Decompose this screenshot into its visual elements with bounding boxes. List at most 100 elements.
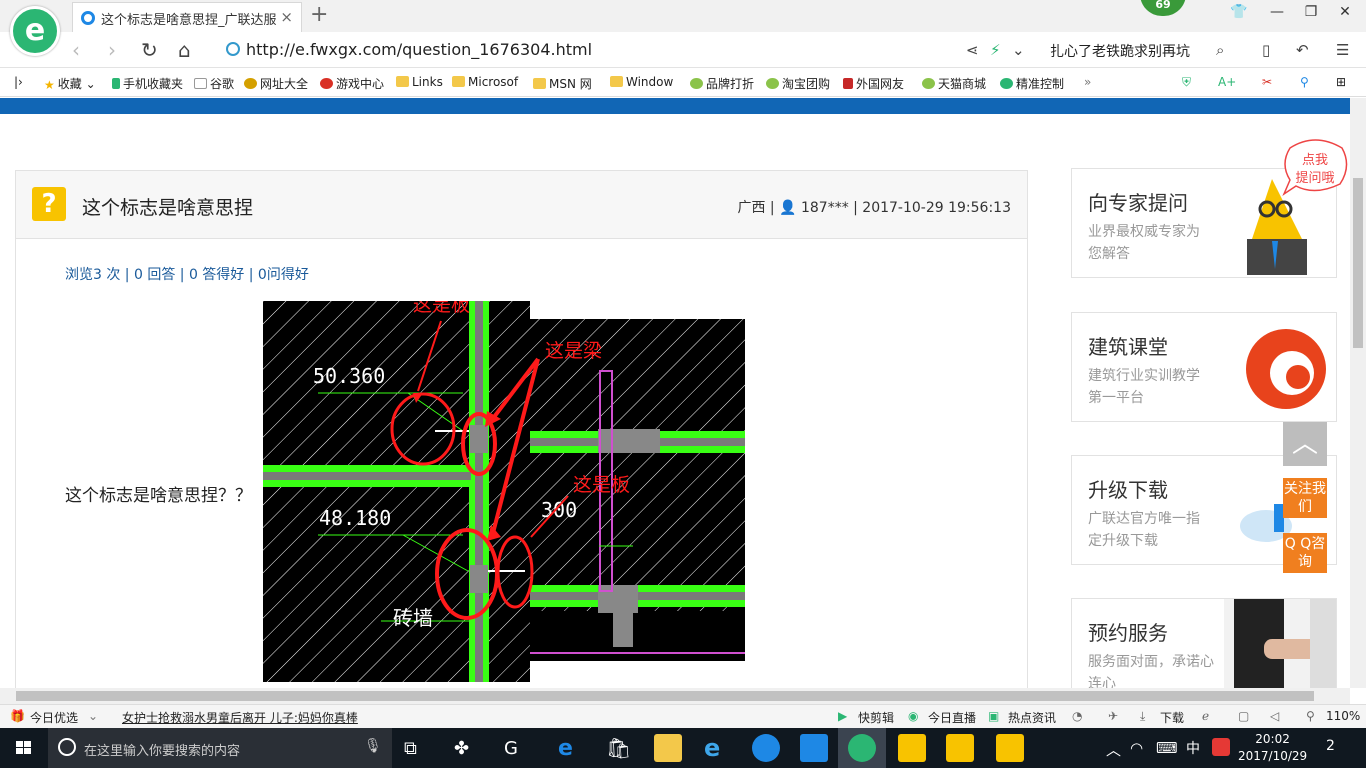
bookmark-label: 网址大全 bbox=[260, 77, 309, 91]
bookmark-tmall[interactable]: 天猫商城 bbox=[922, 75, 986, 92]
bookmark-label: MSN 网 bbox=[549, 77, 592, 91]
task-view-icon[interactable]: ⧉ bbox=[404, 738, 417, 759]
elevation-label-2: 48.180 bbox=[319, 506, 391, 530]
forward-icon[interactable]: › bbox=[108, 38, 116, 62]
chevron-down-icon[interactable]: ⌄ bbox=[88, 709, 98, 723]
wifi-icon[interactable]: ◠ bbox=[1130, 739, 1143, 757]
cad-drawing-image[interactable]: 50.360 48.180 300 砖墙 这是板 这是梁 这是板 bbox=[263, 301, 745, 682]
question-app-icon-2[interactable] bbox=[996, 734, 1024, 762]
blue-g-app-icon[interactable] bbox=[752, 734, 780, 762]
follow-us-button[interactable]: 关注我们 bbox=[1283, 478, 1327, 518]
apps-grid-icon[interactable]: ⊞ bbox=[1336, 75, 1346, 89]
today-picks[interactable]: 今日优选 bbox=[30, 709, 78, 726]
bookmark-links[interactable]: Links bbox=[396, 75, 443, 89]
url-input[interactable]: http://e.fwxgx.com/question_1676304.html bbox=[222, 37, 942, 63]
status-news-link[interactable]: 女护士抢救溺水男童后离开 儿子:妈妈你真棒 bbox=[122, 709, 358, 726]
bookmark-google[interactable]: 谷歌 bbox=[194, 75, 234, 92]
question-header: ? 这个标志是啥意思捏 广西 | 👤 187*** | 2017-10-29 1… bbox=[16, 171, 1027, 239]
microphone-icon[interactable]: 🎙 bbox=[364, 738, 382, 754]
windows-start-icon[interactable] bbox=[0, 728, 48, 768]
bookmark-mobile[interactable]: 手机收藏夹 bbox=[112, 75, 183, 92]
bookmark-msn[interactable]: MSN 网 bbox=[533, 75, 592, 92]
bookmark-precision[interactable]: 精准控制 bbox=[1000, 75, 1064, 92]
volume-icon[interactable]: ◁ bbox=[1270, 709, 1279, 723]
annotation-label-beam: 这是梁 bbox=[545, 340, 602, 362]
question-app-icon[interactable] bbox=[946, 734, 974, 762]
fan-app-icon[interactable]: ✤ bbox=[454, 738, 469, 759]
store-icon[interactable]: 🛍 bbox=[606, 736, 631, 760]
edge-icon[interactable]: e bbox=[558, 736, 573, 761]
magnifier-icon[interactable]: ⚲ bbox=[1300, 75, 1309, 89]
restore-button[interactable]: ❐ bbox=[1296, 4, 1326, 20]
taskbar-search-input[interactable]: 在这里输入你要搜索的内容 🎙 bbox=[48, 728, 392, 768]
active-tab[interactable]: 这个标志是啥意思捏_广联达服务 × bbox=[72, 2, 302, 32]
speed-icon[interactable]: ⚡ bbox=[990, 41, 1001, 59]
keyboard-icon[interactable]: ⌨ bbox=[1156, 739, 1178, 757]
sidebar-card-course[interactable]: 建筑课堂 建筑行业实训教学第一平台 bbox=[1071, 312, 1337, 422]
bookmark-foreign[interactable]: 外国网友 bbox=[843, 75, 904, 92]
sidebar-toggle-icon[interactable]: |› bbox=[14, 75, 23, 89]
web-page: ? 这个标志是啥意思捏 广西 | 👤 187*** | 2017-10-29 1… bbox=[0, 98, 1350, 688]
bookmark-taobao[interactable]: 淘宝团购 bbox=[766, 75, 830, 92]
ie-icon[interactable]: e bbox=[704, 734, 720, 762]
horizontal-scrollbar[interactable] bbox=[0, 688, 1350, 704]
close-window-button[interactable]: ✕ bbox=[1330, 4, 1360, 20]
download-link[interactable]: 下载 bbox=[1160, 709, 1184, 726]
sidebar-card-appointment[interactable]: 预约服务 服务面对面，承诺心连心 bbox=[1071, 598, 1337, 688]
notes-app-icon[interactable] bbox=[898, 734, 926, 762]
back-icon[interactable]: ‹ bbox=[72, 38, 80, 62]
gift-icon: 🎁 bbox=[10, 709, 25, 723]
bookmarks-more-icon[interactable]: » bbox=[1084, 75, 1091, 89]
bookmark-discount[interactable]: 品牌打折 bbox=[690, 75, 754, 92]
sogou-icon[interactable] bbox=[1212, 738, 1230, 756]
undo-icon[interactable]: ↶ bbox=[1296, 41, 1309, 59]
question-mark-icon: ? bbox=[32, 187, 66, 221]
translate-icon[interactable]: A+ bbox=[1218, 75, 1236, 89]
minimize-button[interactable]: — bbox=[1262, 4, 1292, 20]
back-to-top-button[interactable]: ︿ bbox=[1283, 422, 1327, 466]
kuaijian-link[interactable]: 快剪辑 bbox=[858, 709, 894, 726]
window-icon[interactable]: ▢ bbox=[1238, 709, 1249, 723]
tray-chevron-icon[interactable]: ︿ bbox=[1106, 739, 1121, 760]
bookmark-favorites[interactable]: ★ 收藏 ⌄ bbox=[44, 75, 96, 92]
news-search-suggestion[interactable]: 扎心了老铁跪求别再坑 bbox=[1050, 41, 1190, 61]
speed-dial-icon[interactable]: ◔ bbox=[1072, 709, 1082, 723]
ie-mode-icon[interactable]: ℯ bbox=[1202, 709, 1209, 723]
ask-bubble[interactable]: 点我提问哦 bbox=[1280, 138, 1350, 200]
refresh-icon[interactable]: ↻ bbox=[141, 38, 158, 62]
chevron-down-icon[interactable]: ⌄ bbox=[1012, 41, 1025, 59]
tab-close-icon[interactable]: × bbox=[280, 8, 293, 26]
menu-icon[interactable]: ☰ bbox=[1336, 41, 1349, 59]
site-info-icon[interactable] bbox=[226, 42, 240, 56]
taskbar-clock[interactable]: 20:02 2017/10/29 bbox=[1238, 731, 1307, 765]
notification-count[interactable]: 2 bbox=[1326, 738, 1335, 754]
bookmark-hao[interactable]: 网址大全 bbox=[244, 75, 308, 92]
notification-badge[interactable]: 69 bbox=[1140, 0, 1186, 16]
bookmark-microsoft[interactable]: Microsof bbox=[452, 75, 518, 89]
new-tab-button[interactable]: + bbox=[310, 2, 328, 27]
pin-icon[interactable]: ✈ bbox=[1108, 709, 1118, 723]
g-app-icon[interactable]: G bbox=[504, 738, 518, 759]
zoom-level[interactable]: 110% bbox=[1326, 709, 1360, 723]
shirt-icon[interactable]: 👕 bbox=[1224, 4, 1254, 20]
hot-news-link[interactable]: 热点资讯 bbox=[1008, 709, 1056, 726]
search-icon[interactable]: ⌕ bbox=[1216, 41, 1224, 59]
share-icon[interactable]: ⋖ bbox=[966, 41, 979, 59]
vertical-scrollbar[interactable] bbox=[1350, 98, 1366, 688]
scissors-icon[interactable]: ✂ bbox=[1262, 75, 1272, 89]
horizontal-scroll-thumb[interactable] bbox=[16, 691, 1314, 701]
url-text: http://e.fwxgx.com/question_1676304.html bbox=[246, 40, 593, 59]
shield-icon[interactable]: ⛨ bbox=[1182, 75, 1191, 90]
ime-indicator[interactable]: 中 bbox=[1186, 738, 1200, 758]
plus-app-icon[interactable] bbox=[800, 734, 828, 762]
home-icon[interactable]: ⌂ bbox=[178, 38, 191, 62]
bookmark-windows[interactable]: Window bbox=[610, 75, 673, 89]
vertical-scroll-thumb[interactable] bbox=[1353, 178, 1363, 348]
live-link[interactable]: 今日直播 bbox=[928, 709, 976, 726]
bookmark-games[interactable]: 游戏中心 bbox=[320, 75, 384, 92]
browser-logo[interactable]: e bbox=[10, 6, 60, 56]
file-explorer-icon[interactable] bbox=[654, 734, 682, 762]
qq-consult-button[interactable]: Q Q咨询 bbox=[1283, 533, 1327, 573]
phone-icon[interactable]: ▯ bbox=[1262, 41, 1270, 59]
browser-task-icon[interactable] bbox=[848, 734, 876, 762]
